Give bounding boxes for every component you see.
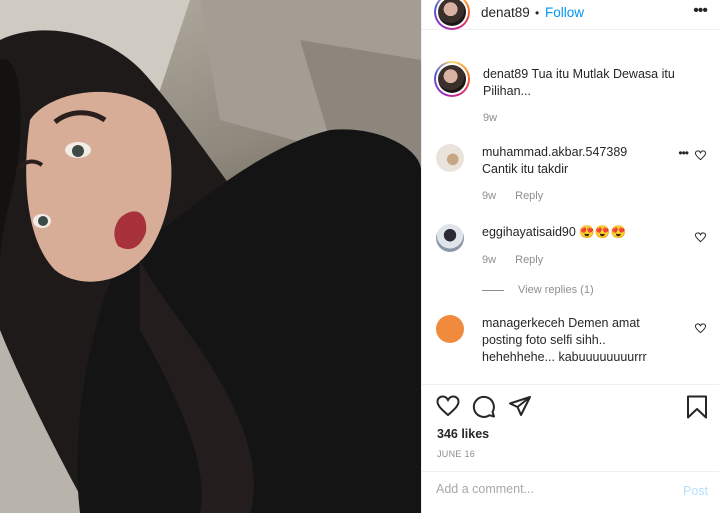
separator-dot: • <box>535 6 540 20</box>
heart-icon[interactable] <box>436 395 460 417</box>
reply-button[interactable]: Reply <box>515 254 543 266</box>
comment-age: 9w <box>482 254 497 266</box>
comment-icon[interactable] <box>472 395 496 419</box>
author-avatar[interactable] <box>434 0 470 30</box>
comment-age: 9w <box>482 190 497 202</box>
comment-username[interactable]: managerkeceh <box>482 316 565 330</box>
comment-like-icon[interactable] <box>694 323 707 337</box>
comments-list: denat89 Tua itu Mutlak Dewasa itu Piliha… <box>422 45 719 385</box>
caption-age: 9w <box>483 112 498 124</box>
commenter-avatar[interactable] <box>436 315 464 343</box>
comment-more-icon[interactable]: ••• <box>678 146 689 160</box>
replies-divider <box>482 289 504 291</box>
comment-like-icon[interactable] <box>694 232 707 246</box>
selfie-image <box>0 0 421 513</box>
comment-input[interactable] <box>436 482 656 496</box>
likes-count[interactable]: 346 likes <box>437 427 489 441</box>
action-icons <box>436 395 708 421</box>
comment-text: 😍😍😍 <box>579 225 627 239</box>
post-photo[interactable] <box>0 0 421 513</box>
follow-button[interactable]: Follow <box>545 5 584 20</box>
post-date[interactable]: JUNE 16 <box>437 449 475 459</box>
post-comment-button[interactable]: Post <box>683 484 708 498</box>
commenter-avatar[interactable] <box>436 144 464 172</box>
commenter-avatar[interactable] <box>436 224 464 252</box>
add-comment-bar: Post <box>422 471 719 513</box>
more-options-icon[interactable]: ••• <box>693 2 708 20</box>
post-modal: denat89 • Follow ••• denat89 Tua itu Mut… <box>0 0 719 513</box>
comment-like-icon[interactable] <box>694 150 707 164</box>
reply-button[interactable]: Reply <box>515 190 543 202</box>
view-replies-button[interactable]: View replies (1) <box>482 284 594 296</box>
comment-username[interactable]: muhammad.akbar.547389 <box>482 145 627 159</box>
post-sidebar: denat89 • Follow ••• denat89 Tua itu Mut… <box>421 0 719 513</box>
share-icon[interactable] <box>508 395 532 417</box>
author-username[interactable]: denat89 <box>481 5 530 20</box>
caption-avatar[interactable] <box>434 61 470 97</box>
post-header: denat89 • Follow ••• <box>422 0 719 30</box>
post-actions: 346 likes JUNE 16 Post <box>422 384 719 513</box>
view-replies-label: View replies (1) <box>518 284 594 296</box>
caption-username[interactable]: denat89 <box>483 67 528 81</box>
bookmark-icon[interactable] <box>686 395 708 419</box>
comment-text: Cantik itu takdir <box>482 162 569 176</box>
comment-username[interactable]: eggihayatisaid90 <box>482 225 576 239</box>
